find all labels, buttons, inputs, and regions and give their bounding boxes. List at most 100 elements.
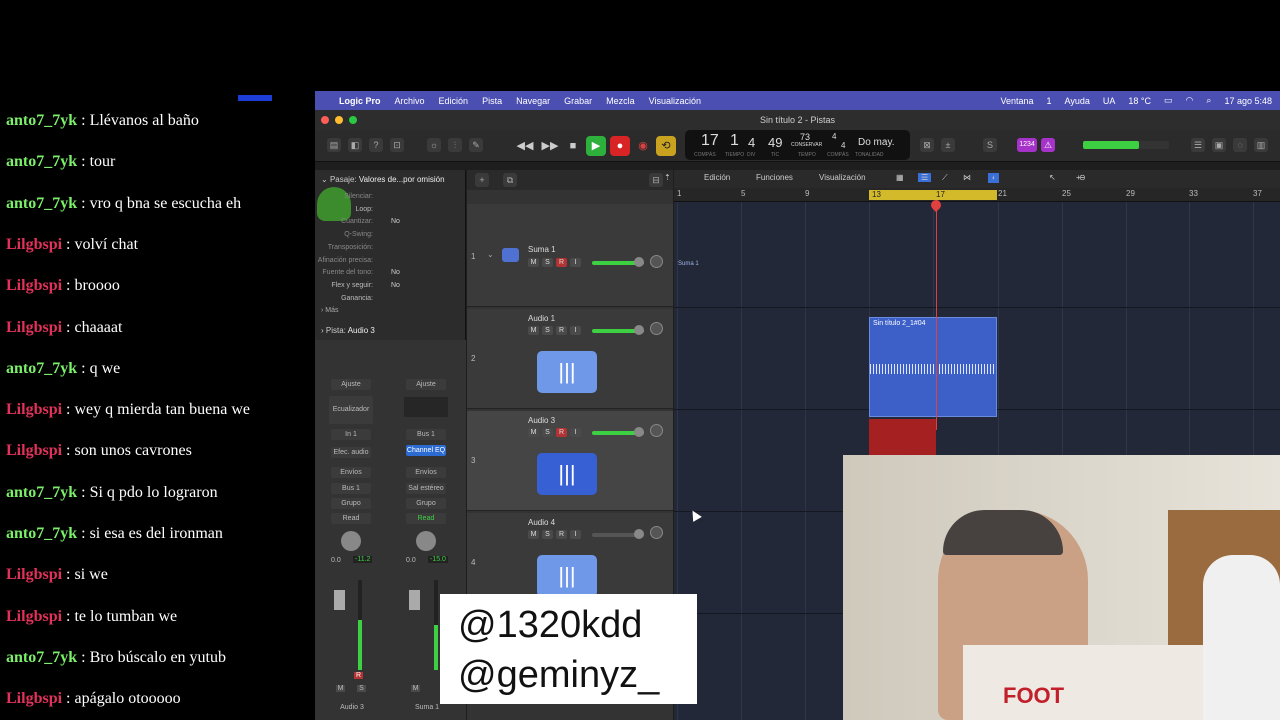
summing-region-label[interactable]: Suma 1 <box>678 261 699 267</box>
cycle-range[interactable] <box>869 190 997 200</box>
strip2-group[interactable]: Grupo <box>406 498 446 509</box>
track-volume[interactable] <box>592 427 644 437</box>
input-monitor-button[interactable]: I <box>570 258 581 267</box>
track-row[interactable]: 2 Audio 1 MSRI ||| <box>467 309 673 409</box>
strip2-output[interactable]: Sal estéreo <box>406 483 446 494</box>
playhead[interactable] <box>936 200 937 430</box>
solo-button[interactable]: S <box>542 428 553 437</box>
solo-button[interactable]: S <box>542 530 553 539</box>
audio-region[interactable]: Sin título 2_1#04 <box>869 317 997 417</box>
track-volume-handle[interactable] <box>634 257 644 267</box>
strip1-output[interactable]: Bus 1 <box>331 483 371 494</box>
editors-icon[interactable]: ✎ <box>469 138 483 152</box>
play-icon[interactable]: ▶ <box>586 136 606 156</box>
menu-mezcla[interactable]: Mezcla <box>606 96 635 106</box>
strip1-fader[interactable] <box>334 590 345 610</box>
strip1-eq[interactable]: Ecualizador <box>329 396 373 424</box>
track-volume[interactable] <box>592 529 644 539</box>
track-volume-handle[interactable] <box>634 325 644 335</box>
automation-icon[interactable]: ⟋ <box>942 173 948 183</box>
global-tracks-icon[interactable]: ⊟ <box>649 173 663 187</box>
input-monitor-button[interactable]: I <box>570 530 581 539</box>
menu-archivo[interactable]: Archivo <box>395 96 425 106</box>
record-icon[interactable]: ● <box>610 136 630 156</box>
strip1-record-enable[interactable]: R <box>354 672 363 679</box>
track-inspector-toggle[interactable]: › Pista: Audio 3 <box>321 326 375 335</box>
disclosure-icon[interactable]: ⌄ <box>487 250 494 259</box>
lcd-display[interactable]: 17 1 4 49 73 CONSERVAR 4 4 Do may. COMPÁ… <box>685 130 910 160</box>
more-toggle[interactable]: › Más <box>321 307 339 314</box>
count-in-button[interactable]: 1234 <box>1017 138 1037 152</box>
list-icon[interactable]: ☰ <box>1191 138 1205 152</box>
close-icon[interactable] <box>321 116 329 124</box>
rewind-icon[interactable]: ◀◀ <box>515 136 535 156</box>
strip2-fader[interactable] <box>409 590 420 610</box>
mute-button[interactable]: M <box>528 326 539 335</box>
param-flex-value[interactable]: No <box>391 282 400 289</box>
menu-window-number[interactable]: 1 <box>1047 96 1052 106</box>
track-pan[interactable] <box>650 424 663 437</box>
record-button[interactable]: R <box>556 326 567 335</box>
input-source[interactable]: UA <box>1103 96 1116 106</box>
metronome-icon[interactable]: ⚠ <box>1041 138 1055 152</box>
loop-browser-icon[interactable]: ◌ <box>1233 138 1247 152</box>
list-view-icon[interactable]: ☰ <box>918 173 932 182</box>
master-volume[interactable] <box>1083 141 1169 149</box>
mute-button[interactable]: M <box>528 428 539 437</box>
menu-pista[interactable]: Pista <box>482 96 502 106</box>
strip1-mute[interactable]: M <box>336 685 345 692</box>
track-name[interactable]: Audio 4 <box>528 518 555 527</box>
mixer-icon[interactable]: ⫶ <box>448 138 462 152</box>
forward-icon[interactable]: ▶▶ <box>540 136 560 156</box>
input-monitor-button[interactable]: I <box>570 326 581 335</box>
library-icon[interactable]: ▤ <box>327 138 341 152</box>
strip1-sends[interactable]: Envíos <box>331 467 371 478</box>
inspector-icon[interactable]: ◧ <box>348 138 362 152</box>
grid-view-icon[interactable]: ▦ <box>896 173 904 182</box>
functions-menu[interactable]: Funciones <box>756 173 793 182</box>
add-track-icon[interactable]: + <box>475 173 489 187</box>
menu-edicion[interactable]: Edición <box>439 96 469 106</box>
toolbar-icon[interactable]: ⊡ <box>390 138 404 152</box>
menu-app[interactable]: Logic Pro <box>339 96 381 106</box>
search-icon[interactable]: ⌕ <box>1206 95 1211 106</box>
track-volume-handle[interactable] <box>634 427 644 437</box>
record-button[interactable]: R <box>556 428 567 437</box>
track-volume[interactable] <box>592 257 644 267</box>
menu-ventana[interactable]: Ventana <box>1000 96 1033 106</box>
record-button[interactable]: R <box>556 530 567 539</box>
strip2-channel-eq[interactable]: Channel EQ <box>406 445 446 456</box>
track-name[interactable]: Audio 1 <box>528 314 555 323</box>
param-pitch-source-value[interactable]: No <box>391 269 400 276</box>
track-pan[interactable] <box>650 255 663 268</box>
recording-region[interactable] <box>869 419 936 456</box>
track-pan[interactable] <box>650 526 663 539</box>
strip1-setting[interactable]: Ajuste <box>331 379 371 390</box>
track-volume[interactable] <box>592 325 644 335</box>
weather-status[interactable]: 18 °C <box>1128 96 1151 106</box>
param-quantize-value[interactable]: No <box>391 218 400 225</box>
pointer-tool-icon[interactable]: ↖ <box>1049 173 1056 182</box>
mute-button[interactable]: M <box>528 258 539 267</box>
zoom-icon[interactable] <box>349 116 357 124</box>
battery-icon[interactable]: ▭ <box>1164 95 1173 106</box>
list-editors-icon[interactable]: ⊠ <box>920 138 934 152</box>
solo-button[interactable]: S <box>542 326 553 335</box>
track-row[interactable]: 1 ⌄ Suma 1 MSRI <box>467 204 673 307</box>
solo-button[interactable]: S <box>542 258 553 267</box>
strip2-pan-knob[interactable] <box>416 531 436 551</box>
wifi-icon[interactable]: ◠ <box>1186 95 1194 106</box>
help-icon[interactable]: ? <box>369 138 383 152</box>
strip2-setting[interactable]: Ajuste <box>406 379 446 390</box>
minimize-icon[interactable] <box>335 116 343 124</box>
strip2-sends[interactable]: Envíos <box>406 467 446 478</box>
track-name[interactable]: Audio 3 <box>528 416 555 425</box>
back-icon[interactable]: ⇡ <box>664 173 671 182</box>
edit-menu[interactable]: Edición <box>704 173 730 182</box>
strip1-solo[interactable]: S <box>357 685 366 692</box>
capture-record-icon[interactable]: ◉ <box>633 136 653 156</box>
strip1-group[interactable]: Grupo <box>331 498 371 509</box>
notes-icon[interactable]: ▣ <box>1212 138 1226 152</box>
track-row-selected[interactable]: 3 Audio 3 MSRI ||| <box>467 411 673 511</box>
menu-visualizacion[interactable]: Visualización <box>649 96 701 106</box>
